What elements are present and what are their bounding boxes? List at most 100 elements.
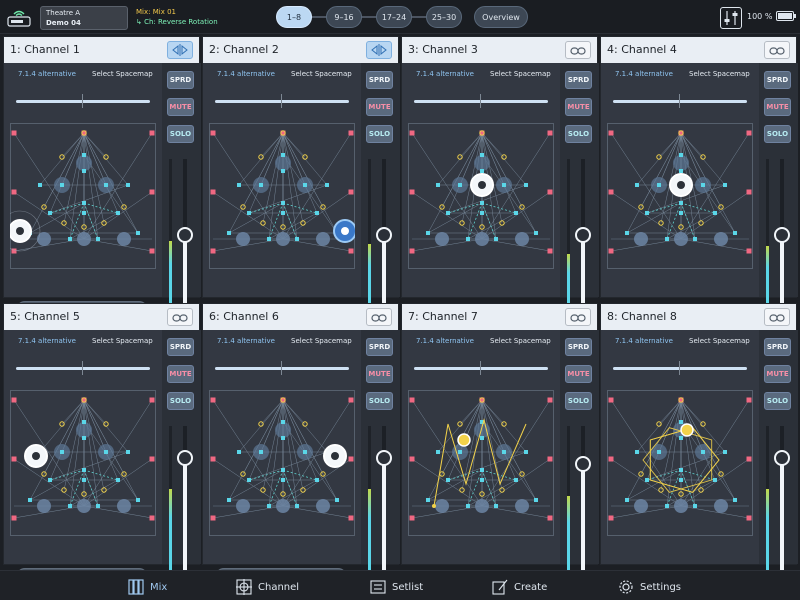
volume-fader-knob[interactable] [774,226,790,243]
width-slider[interactable] [414,100,548,103]
solo-button[interactable]: SOLO [366,125,393,143]
spread-button[interactable]: SPRD [366,71,393,89]
speaker-map-svg[interactable] [607,123,753,269]
page-1-8[interactable]: 1–8 [276,6,312,28]
speaker-large [435,499,449,513]
mute-button[interactable]: MUTE [565,98,592,116]
volume-fader-knob[interactable] [376,449,392,466]
volume-fader[interactable] [581,426,585,584]
nav-setlist[interactable]: Setlist [370,578,423,596]
speaker-map[interactable] [10,390,156,536]
link-button[interactable] [764,308,790,326]
channel-title[interactable]: 5: Channel 5 [10,310,80,323]
volume-fader-knob[interactable] [774,449,790,466]
solo-button[interactable]: SOLO [565,392,592,410]
channel-title[interactable]: 4: Channel 4 [607,43,677,56]
overview-button[interactable]: Overview [474,6,528,28]
volume-fader-knob[interactable] [177,449,193,466]
select-spacemap-button[interactable]: Select Spacemap [92,70,153,78]
speaker-map[interactable] [408,390,554,536]
link-button[interactable] [167,308,193,326]
select-spacemap-button[interactable]: Select Spacemap [291,337,352,345]
link-button[interactable] [764,41,790,59]
solo-button[interactable]: SOLO [167,392,194,410]
mute-button[interactable]: MUTE [764,98,791,116]
volume-fader-knob[interactable] [376,226,392,243]
link-button[interactable] [366,308,392,326]
venue-selector[interactable]: Theatre A Demo 04 [40,6,128,30]
channel-title[interactable]: 3: Channel 3 [408,43,478,56]
select-spacemap-button[interactable]: Select Spacemap [92,337,153,345]
speaker-map-svg[interactable] [209,123,355,269]
width-slider[interactable] [613,100,747,103]
nav-create[interactable]: Create [492,578,547,596]
wifi-icon[interactable] [6,6,34,28]
speaker-map[interactable] [209,390,355,536]
spread-button[interactable]: SPRD [366,338,393,356]
speaker-map[interactable] [209,123,355,269]
speaker-map-svg[interactable] [607,390,753,536]
page-25-30[interactable]: 25–30 [426,6,462,28]
width-slider[interactable] [16,100,150,103]
select-spacemap-button[interactable]: Select Spacemap [689,337,750,345]
speaker-map-svg[interactable] [408,123,554,269]
volume-fader-knob[interactable] [177,226,193,243]
width-slider[interactable] [613,367,747,370]
select-spacemap-button[interactable]: Select Spacemap [291,70,352,78]
link-button[interactable] [565,308,591,326]
nav-settings[interactable]: Settings [618,578,681,596]
channel-title[interactable]: 2: Channel 2 [209,43,279,56]
spread-button[interactable]: SPRD [565,71,592,89]
nav-channel[interactable]: Channel [236,578,299,596]
width-slider[interactable] [215,367,349,370]
page-9-16[interactable]: 9–16 [326,6,362,28]
solo-button[interactable]: SOLO [764,125,791,143]
speaker-map-svg[interactable] [408,390,554,536]
split-button[interactable] [167,41,193,59]
app-root: Theatre A Demo 04 Mix: Mix 01 ↳ Ch: Reve… [0,0,800,600]
mute-button[interactable]: MUTE [167,98,194,116]
mute-button[interactable]: MUTE [565,365,592,383]
speaker-map[interactable] [10,123,156,269]
bottom-nav: Mix Channel Setlist Create Settings [0,570,800,600]
channel-title[interactable]: 8: Channel 8 [607,310,677,323]
sliders-icon[interactable] [720,7,742,29]
mute-button[interactable]: MUTE [366,98,393,116]
speaker-node [657,183,661,187]
spread-button[interactable]: SPRD [764,71,791,89]
width-slider[interactable] [16,367,150,370]
spread-button[interactable]: SPRD [764,338,791,356]
solo-button[interactable]: SOLO [764,392,791,410]
solo-button[interactable]: SOLO [565,125,592,143]
split-button[interactable] [366,41,392,59]
page-17-24[interactable]: 17–24 [376,6,412,28]
mute-button[interactable]: MUTE [366,365,393,383]
speaker-node [679,201,683,205]
solo-button[interactable]: SOLO [366,392,393,410]
spread-button[interactable]: SPRD [167,71,194,89]
nav-mix[interactable]: Mix [128,578,167,596]
speaker-map[interactable] [607,390,753,536]
volume-fader-knob[interactable] [575,455,591,472]
volume-fader-knob[interactable] [575,226,591,243]
speaker-map[interactable] [408,123,554,269]
channel-title[interactable]: 1: Channel 1 [10,43,80,56]
select-spacemap-button[interactable]: Select Spacemap [689,70,750,78]
speaker-large [117,232,131,246]
mute-button[interactable]: MUTE [764,365,791,383]
spread-button[interactable]: SPRD [565,338,592,356]
width-slider[interactable] [414,367,548,370]
solo-button[interactable]: SOLO [167,125,194,143]
select-spacemap-button[interactable]: Select Spacemap [490,70,551,78]
link-button[interactable] [565,41,591,59]
speaker-map[interactable] [607,123,753,269]
spread-button[interactable]: SPRD [167,338,194,356]
speaker-map-svg[interactable] [209,390,355,536]
select-spacemap-button[interactable]: Select Spacemap [490,337,551,345]
mute-button[interactable]: MUTE [167,365,194,383]
speaker-map-svg[interactable] [10,123,156,269]
speaker-map-svg[interactable] [10,390,156,536]
width-slider[interactable] [215,100,349,103]
channel-title[interactable]: 7: Channel 7 [408,310,478,323]
channel-title[interactable]: 6: Channel 6 [209,310,279,323]
